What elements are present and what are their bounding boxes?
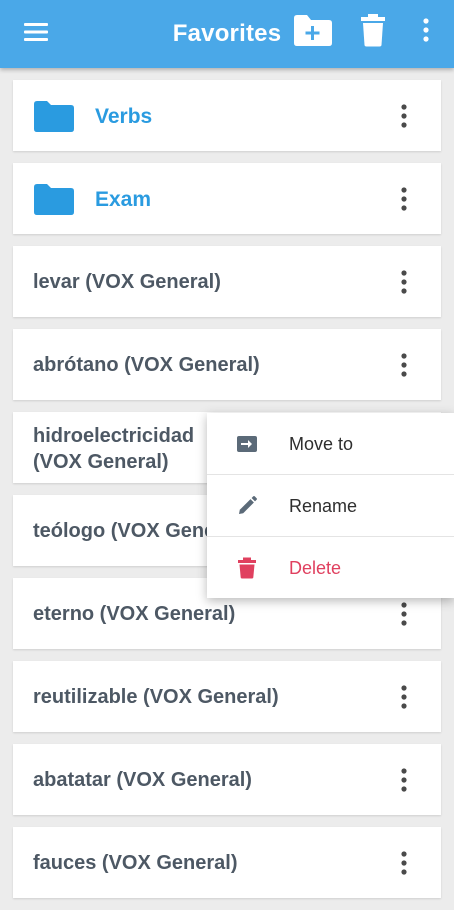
menu-button[interactable] bbox=[22, 18, 50, 46]
entry-label: fauces (VOX General) bbox=[33, 852, 238, 874]
list-item[interactable]: abatatar (VOX General) bbox=[13, 744, 441, 815]
list-item[interactable]: abrótano (VOX General) bbox=[13, 329, 441, 400]
list-item[interactable]: reutilizable (VOX General) bbox=[13, 661, 441, 732]
entry-label: eterno (VOX General) bbox=[33, 603, 236, 625]
more-vertical-icon bbox=[401, 187, 407, 211]
new-folder-icon bbox=[294, 15, 332, 46]
more-vertical-icon bbox=[401, 104, 407, 128]
more-vertical-icon bbox=[401, 851, 407, 875]
more-vertical-icon bbox=[401, 602, 407, 626]
item-options-button[interactable] bbox=[393, 600, 415, 628]
folder-item-exam[interactable]: Exam bbox=[13, 163, 441, 234]
item-options-button[interactable] bbox=[393, 766, 415, 794]
hamburger-menu-icon bbox=[24, 23, 48, 41]
item-options-button[interactable] bbox=[393, 849, 415, 877]
list-item[interactable]: levar (VOX General) bbox=[13, 246, 441, 317]
item-options-button[interactable] bbox=[393, 185, 415, 213]
delete-icon bbox=[238, 557, 256, 579]
entry-label: abrótano (VOX General) bbox=[33, 354, 260, 376]
list-item[interactable]: fauces (VOX General) bbox=[13, 827, 441, 898]
more-vertical-icon bbox=[401, 685, 407, 709]
menu-item-delete[interactable]: Delete bbox=[207, 536, 454, 598]
new-folder-button[interactable] bbox=[292, 12, 334, 48]
move-to-icon bbox=[237, 436, 257, 452]
menu-item-rename[interactable]: Rename bbox=[207, 474, 454, 536]
more-vertical-icon bbox=[401, 768, 407, 792]
item-options-button[interactable] bbox=[393, 683, 415, 711]
trash-icon bbox=[361, 14, 385, 47]
entry-label: reutilizable (VOX General) bbox=[33, 686, 279, 708]
item-options-button[interactable] bbox=[393, 268, 415, 296]
overflow-menu-button[interactable] bbox=[416, 16, 436, 44]
folder-label: Verbs bbox=[95, 105, 153, 128]
more-vertical-icon bbox=[423, 18, 429, 42]
menu-item-move-to[interactable]: Move to bbox=[207, 413, 454, 474]
entry-label: abatatar (VOX General) bbox=[33, 769, 252, 791]
more-vertical-icon bbox=[401, 270, 407, 294]
context-menu: Move to Rename Delete bbox=[207, 413, 454, 598]
folder-item-verbs[interactable]: Verbs bbox=[13, 80, 441, 151]
menu-label-move-to: Move to bbox=[289, 434, 354, 454]
entry-label: levar (VOX General) bbox=[33, 271, 221, 293]
delete-all-button[interactable] bbox=[359, 12, 387, 48]
item-options-button[interactable] bbox=[393, 351, 415, 379]
item-options-button[interactable] bbox=[393, 102, 415, 130]
menu-label-delete: Delete bbox=[289, 558, 342, 578]
folder-icon bbox=[34, 184, 74, 215]
pencil-icon bbox=[239, 496, 257, 514]
folder-icon bbox=[34, 101, 74, 132]
app-bar: Favorites bbox=[0, 0, 454, 68]
entry-label: hidroelectricidad (VOX General) bbox=[33, 425, 195, 473]
menu-label-rename: Rename bbox=[289, 496, 358, 516]
more-vertical-icon bbox=[401, 353, 407, 377]
folder-label: Exam bbox=[95, 188, 152, 211]
